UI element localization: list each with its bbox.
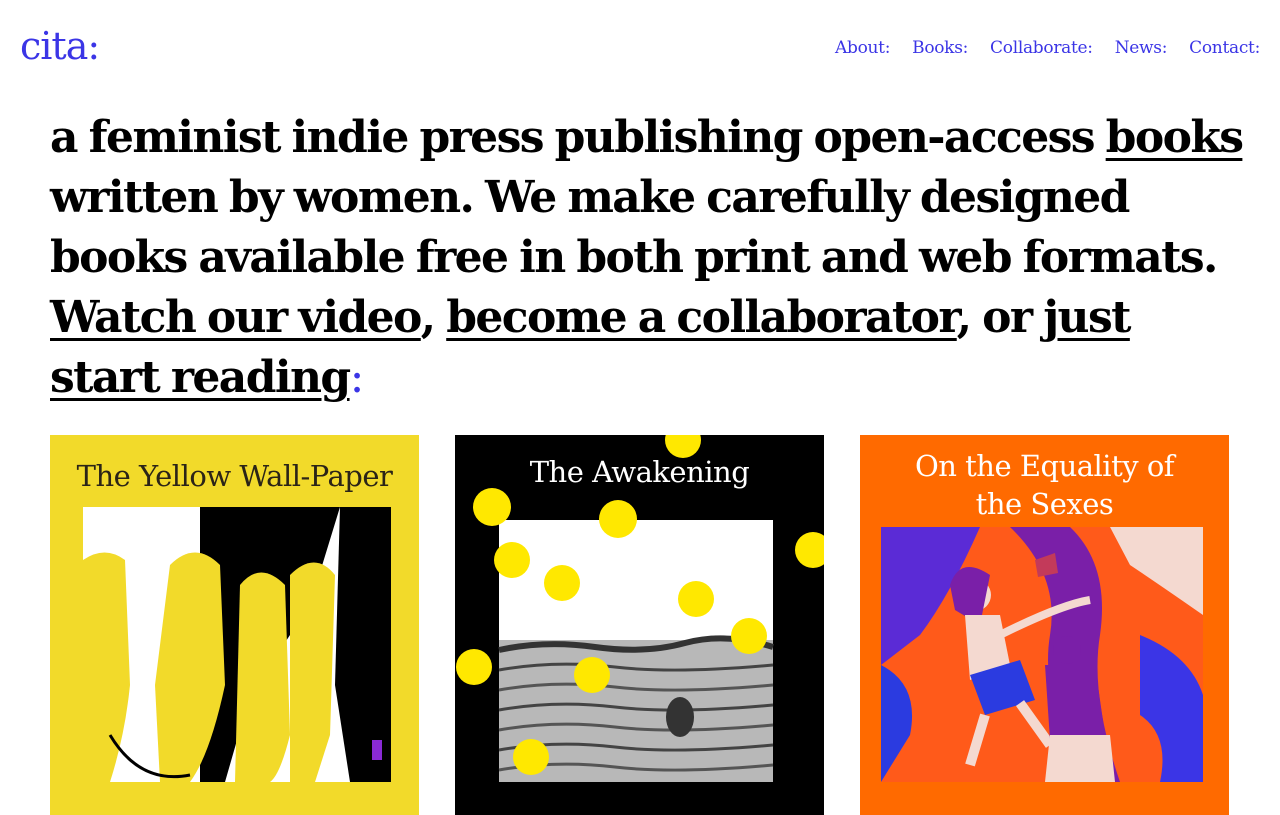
hero-text-4: , or	[956, 292, 1044, 343]
equality-title: On the Equality of the Sexes	[860, 447, 1229, 523]
book-cover-awakening[interactable]: The Awakening	[455, 435, 824, 815]
hero-statement: a feminist indie press publishing open-a…	[50, 108, 1250, 408]
become-collaborator-link[interactable]: become a collaborator	[446, 292, 958, 343]
main-nav: About: Books: Collaborate: News: Contact…	[835, 36, 1260, 60]
hero-colon: :	[349, 352, 365, 403]
hero-text-2: written by women. We make carefully desi…	[50, 172, 1218, 283]
nav-news[interactable]: News:	[1115, 36, 1168, 60]
site-header: cita: About: Books: Collaborate: News: C…	[0, 0, 1280, 90]
equality-title-line-2: the Sexes	[975, 487, 1114, 521]
book-cover-equality[interactable]: On the Equality of the Sexes	[860, 435, 1229, 815]
nav-books[interactable]: Books:	[912, 36, 968, 60]
hero-text-1: a feminist indie press publishing open-a…	[50, 112, 1106, 163]
nav-contact[interactable]: Contact:	[1189, 36, 1260, 60]
yellow-wallpaper-title: The Yellow Wall-Paper	[76, 459, 393, 493]
nav-collaborate[interactable]: Collaborate:	[990, 36, 1093, 60]
site-logo[interactable]: cita:	[20, 24, 100, 68]
book-cover-yellow-wallpaper[interactable]: The Yellow Wall-Paper	[50, 435, 419, 815]
books-link[interactable]: books	[1106, 112, 1244, 163]
hero-text-3: ,	[420, 292, 447, 343]
awakening-illustration	[456, 435, 824, 782]
equality-title-line-1: On the Equality of	[914, 449, 1175, 483]
nav-about[interactable]: About:	[835, 36, 890, 60]
book-covers: The Yellow Wall-Paper The Awakening On t…	[50, 435, 1229, 815]
awakening-title: The Awakening	[529, 455, 750, 489]
watch-video-link[interactable]: Watch our video	[50, 292, 422, 343]
